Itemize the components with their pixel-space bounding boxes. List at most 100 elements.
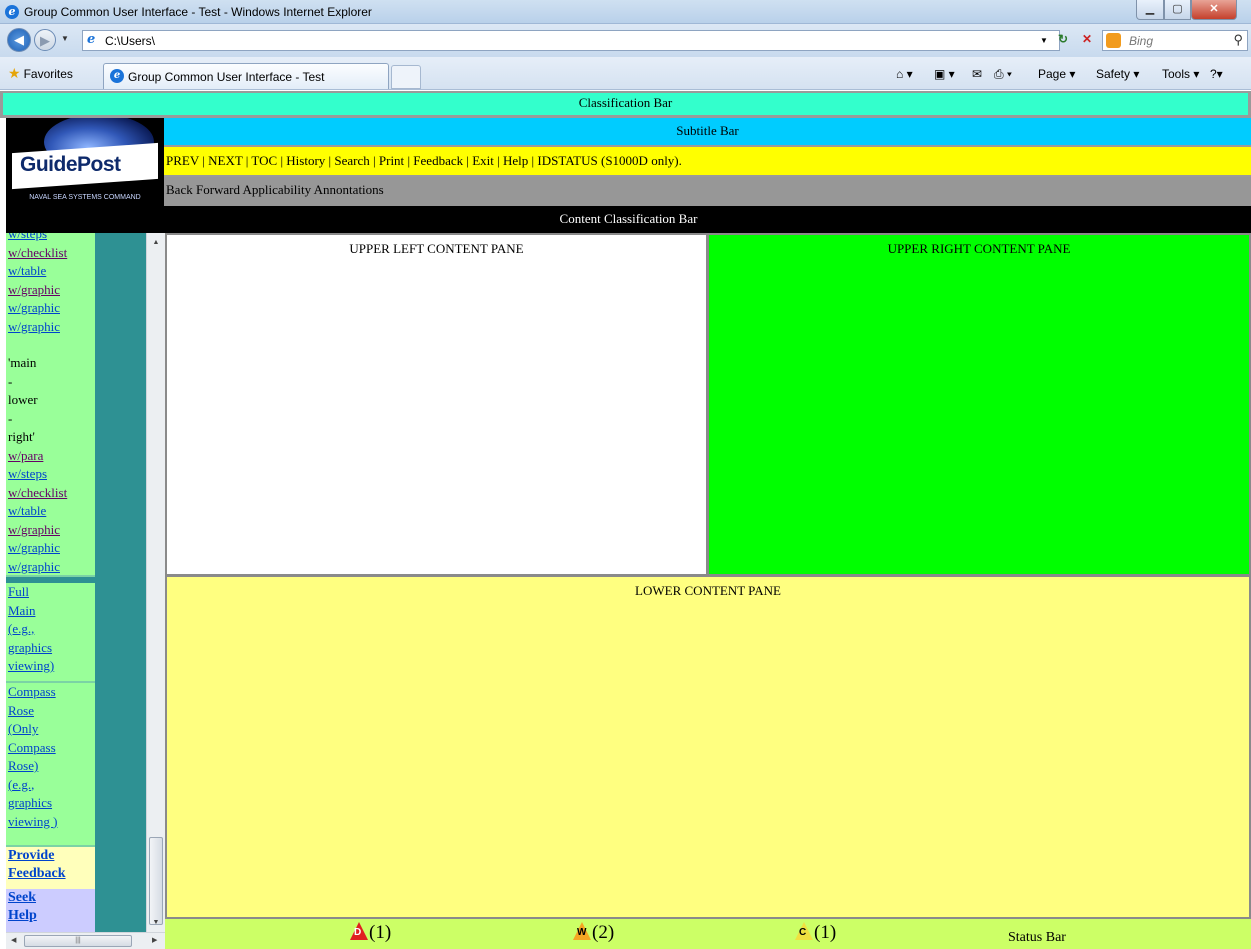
link-w-graphic[interactable]: w/graphic <box>8 558 95 577</box>
link-full-main[interactable]: Full <box>8 583 95 602</box>
history-dropdown-icon[interactable]: ▼ <box>61 34 69 43</box>
home-icon[interactable]: ⌂ ▾ <box>896 67 913 81</box>
warning-icon: W <box>573 922 591 940</box>
favorites-label: Favorites <box>23 67 73 81</box>
link-w-graphic[interactable]: w/graphic <box>8 299 95 318</box>
address-value: C:\Users\ <box>105 34 156 48</box>
minimize-button[interactable]: ▁ <box>1136 0 1164 20</box>
caution-status-item[interactable]: C (1) <box>795 922 836 944</box>
warning-status-item[interactable]: W (2) <box>573 922 614 944</box>
window-title: Group Common User Interface - Test - Win… <box>24 5 372 19</box>
link-provide-feedback[interactable]: Provide <box>8 847 95 865</box>
upper-left-pane-label: UPPER LEFT CONTENT PANE <box>349 241 524 256</box>
main-label: lower <box>8 392 38 407</box>
nav-link-history[interactable]: History <box>286 153 325 168</box>
mail-icon[interactable]: ✉ <box>972 67 982 81</box>
full-main-option: Full Main (e.g., graphics viewing) <box>6 583 95 683</box>
address-dropdown-icon[interactable]: ▼ <box>1040 36 1048 45</box>
horizontal-scrollbar[interactable]: ◀ ||| ▶ <box>6 932 165 949</box>
back-button[interactable]: ◀ <box>7 28 31 52</box>
scroll-left-icon[interactable]: ◀ <box>11 936 16 944</box>
nav-link-idstatus[interactable]: IDSTATUS (S1000D only). <box>537 153 682 168</box>
link-w-graphic[interactable]: w/graphic <box>8 281 95 300</box>
nav-link-search[interactable]: Search <box>334 153 369 168</box>
internet-explorer-icon: e <box>5 5 19 19</box>
main-label: 'main <box>8 355 37 370</box>
link-w-checklist[interactable]: w/checklist <box>8 244 95 263</box>
nav-link-help[interactable]: Help <box>503 153 528 168</box>
link-seek-help[interactable]: Seek <box>8 889 95 907</box>
print-icon[interactable]: ⎙ ▾ <box>994 67 1012 82</box>
horizontal-scrollbar-thumb[interactable]: ||| <box>24 935 132 947</box>
link-w-para[interactable]: w/para <box>8 447 95 466</box>
link-compass-rose[interactable]: Compass <box>8 683 95 702</box>
left-navigation-frame: w/steps w/checklist w/table w/graphic w/… <box>6 233 165 949</box>
main-label: right' <box>8 429 35 444</box>
page-icon: e <box>87 32 96 47</box>
nav-link-next[interactable]: NEXT <box>208 153 242 168</box>
browser-tab[interactable]: e Group Common User Interface - Test <box>103 63 389 89</box>
upper-right-content-pane: UPPER RIGHT CONTENT PANE <box>708 233 1251 576</box>
link-w-graphic[interactable]: w/graphic <box>8 539 95 558</box>
link-compass-rose[interactable]: graphics <box>8 794 95 813</box>
link-w-graphic[interactable]: w/graphic <box>8 318 95 337</box>
page-menu[interactable]: Page ▾ <box>1038 67 1075 81</box>
link-seek-help[interactable]: Help <box>8 907 95 925</box>
link-w-table[interactable]: w/table <box>8 262 95 281</box>
danger-status-item[interactable]: D (1) <box>350 922 391 944</box>
link-w-table[interactable]: w/table <box>8 502 95 521</box>
nav-link-feedback[interactable]: Feedback <box>413 153 463 168</box>
search-input[interactable]: Bing ⚲ <box>1102 30 1248 51</box>
provide-feedback-option: Provide Feedback <box>6 847 95 889</box>
link-compass-rose[interactable]: Compass <box>8 739 95 758</box>
maximize-button[interactable]: ▢ <box>1164 0 1191 20</box>
nav-link-print[interactable]: Print <box>379 153 404 168</box>
scroll-down-icon[interactable]: ▼ <box>147 919 165 926</box>
logo-title: GuidePost <box>20 153 121 176</box>
stop-icon[interactable]: ✕ <box>1082 32 1092 46</box>
link-w-checklist[interactable]: w/checklist <box>8 484 95 503</box>
star-icon: ★ <box>8 65 21 81</box>
nav-links-bar: PREV | NEXT | TOC | History | Search | P… <box>164 147 1251 177</box>
close-button[interactable]: ✕ <box>1191 0 1237 20</box>
link-w-steps[interactable]: w/steps <box>8 465 95 484</box>
nav-link-prev[interactable]: PREV <box>166 153 199 168</box>
link-w-graphic[interactable]: w/graphic <box>8 521 95 540</box>
feeds-icon[interactable]: ▣ ▾ <box>934 67 955 81</box>
link-compass-rose[interactable]: Rose <box>8 702 95 721</box>
new-tab-button[interactable] <box>391 65 421 89</box>
nav-link-toc[interactable]: TOC <box>251 153 277 168</box>
link-full-main[interactable]: Main <box>8 602 95 621</box>
favorites-button[interactable]: ★ Favorites <box>8 65 73 82</box>
status-bar: D (1) W (2) C (1) Status Bar <box>165 919 1251 949</box>
scrollbar-thumb[interactable] <box>149 837 163 925</box>
danger-count: (1) <box>369 922 392 943</box>
link-compass-rose[interactable]: viewing ) <box>8 813 95 832</box>
address-bar-row: ◀ ▶ ▼ e C:\Users\ ▼ ↻ ✕ Bing ⚲ <box>0 24 1251 57</box>
tools-menu[interactable]: Tools ▾ <box>1162 67 1199 81</box>
main-label: - <box>8 410 13 426</box>
left-frame-scroll-area: w/steps w/checklist w/table w/graphic w/… <box>6 233 95 932</box>
refresh-icon[interactable]: ↻ <box>1058 32 1068 46</box>
upper-left-content-pane: UPPER LEFT CONTENT PANE <box>165 233 708 576</box>
nav-link-exit[interactable]: Exit <box>472 153 494 168</box>
link-full-main[interactable]: (e.g., <box>8 620 95 639</box>
link-w-steps[interactable]: w/steps <box>8 233 95 244</box>
link-compass-rose[interactable]: (e.g., <box>8 776 95 795</box>
forward-button[interactable]: ▶ <box>34 29 56 51</box>
classification-bar: Classification Bar <box>0 91 1251 118</box>
link-provide-feedback[interactable]: Feedback <box>8 865 95 883</box>
link-full-main[interactable]: viewing) <box>8 657 95 676</box>
content-classification-bar: Content Classification Bar <box>6 206 1251 233</box>
vertical-scrollbar[interactable]: ▲ ▼ <box>146 233 165 932</box>
scroll-right-icon[interactable]: ▶ <box>152 936 157 944</box>
link-compass-rose[interactable]: Rose) <box>8 757 95 776</box>
link-compass-rose[interactable]: (Only <box>8 720 95 739</box>
search-icon[interactable]: ⚲ <box>1233 32 1243 48</box>
link-full-main[interactable]: graphics <box>8 639 95 658</box>
address-input[interactable]: e C:\Users\ <box>82 30 1060 51</box>
lower-pane-label: LOWER CONTENT PANE <box>635 583 781 598</box>
safety-menu[interactable]: Safety ▾ <box>1096 67 1139 81</box>
scroll-up-icon[interactable]: ▲ <box>147 239 165 246</box>
help-icon[interactable]: ?▾ <box>1210 67 1223 81</box>
